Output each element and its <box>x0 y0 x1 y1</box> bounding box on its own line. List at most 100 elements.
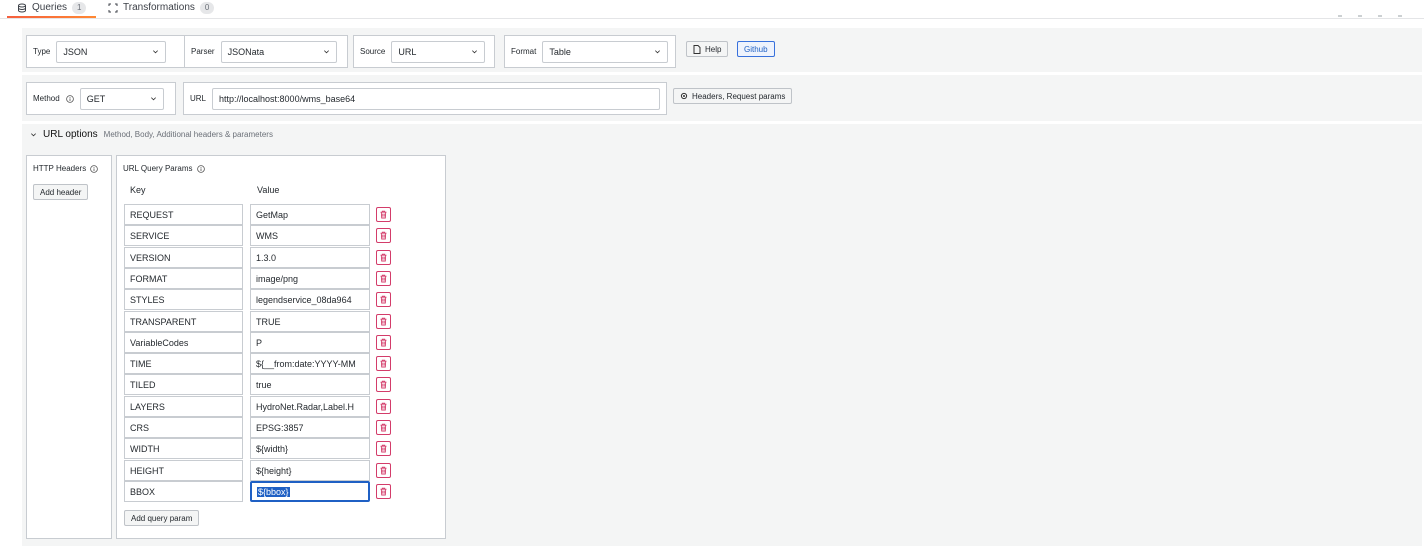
param-value-input[interactable]: ${width} <box>250 438 370 459</box>
delete-param-button[interactable] <box>376 207 391 222</box>
add-header-label: Add header <box>40 187 82 197</box>
tab-queries[interactable]: Queries 1 <box>6 0 98 18</box>
delete-param-button[interactable] <box>376 228 391 243</box>
divider <box>22 121 1422 124</box>
help-button[interactable]: Help <box>686 41 729 57</box>
expand-icon[interactable] <box>1378 15 1383 17</box>
param-key-input[interactable]: TRANSPARENT <box>124 311 243 332</box>
param-value-input[interactable]: ${height} <box>250 460 370 481</box>
parser-select[interactable]: JSONata <box>220 40 337 63</box>
trash-icon <box>380 444 387 453</box>
key-column-header: Key <box>130 185 146 195</box>
method-label: Method <box>33 94 60 103</box>
param-value-input[interactable]: EPSG:3857 <box>250 417 370 438</box>
format-field: Format Table <box>504 35 676 68</box>
param-key-input[interactable]: TILED <box>124 374 243 395</box>
param-value-input[interactable]: 1.3.0 <box>250 247 370 268</box>
param-key-input[interactable]: BBOX <box>124 481 243 502</box>
type-field: Type JSON <box>26 35 198 68</box>
add-header-button[interactable]: Add header <box>33 184 89 200</box>
info-icon[interactable] <box>65 94 74 103</box>
param-key-input[interactable]: VariableCodes <box>124 332 243 353</box>
param-key-input[interactable]: WIDTH <box>124 438 243 459</box>
chevron-down-icon <box>472 50 478 54</box>
query-tabs: Queries 1 Transformations 0 <box>0 0 1424 19</box>
help-label: Help <box>705 44 722 54</box>
param-value-input[interactable]: true <box>250 374 370 395</box>
delete-param-button[interactable] <box>376 314 391 329</box>
headers-request-params-label: Headers, Request params <box>692 91 786 101</box>
delete-param-button[interactable] <box>376 441 391 456</box>
format-select[interactable]: Table <box>542 40 669 63</box>
delete-param-button[interactable] <box>376 335 391 350</box>
collapse-icon[interactable] <box>1358 15 1363 17</box>
source-label: Source <box>360 47 386 56</box>
method-field: Method GET <box>26 82 176 115</box>
tab-transformations-label: Transformations <box>123 2 195 13</box>
param-value-input[interactable]: HydroNet.Radar,Label.H <box>250 396 370 417</box>
delete-param-button[interactable] <box>376 356 391 371</box>
url-options-description: Method, Body, Additional headers & param… <box>103 130 273 139</box>
source-value: URL <box>398 46 417 57</box>
url-options-header[interactable]: URL options Method, Body, Additional hea… <box>30 129 273 140</box>
parser-value: JSONata <box>227 46 265 57</box>
param-value-input[interactable]: P <box>250 332 370 353</box>
query-params-panel: URL Query Params Key Value REQUEST GetMap… <box>116 155 446 539</box>
minimize-icon[interactable] <box>1338 15 1343 17</box>
delete-param-button[interactable] <box>376 250 391 265</box>
param-value-input[interactable]: image/png <box>250 268 370 289</box>
info-icon[interactable] <box>90 164 99 173</box>
query-params-title-row: URL Query Params <box>123 164 205 173</box>
tab-transformations[interactable]: Transformations 0 <box>108 0 215 17</box>
divider <box>22 72 1422 75</box>
trash-icon <box>380 359 387 368</box>
format-value: Table <box>549 46 571 57</box>
delete-param-button[interactable] <box>376 399 391 414</box>
format-label: Format <box>511 47 537 56</box>
delete-param-button[interactable] <box>376 463 391 478</box>
param-key-input[interactable]: STYLES <box>124 289 243 310</box>
trash-icon <box>380 380 387 389</box>
more-icon[interactable] <box>1398 15 1402 17</box>
delete-param-button[interactable] <box>376 484 391 499</box>
param-key-input[interactable]: FORMAT <box>124 268 243 289</box>
http-headers-title-row: HTTP Headers <box>33 164 99 173</box>
param-key-input[interactable]: SERVICE <box>124 225 243 246</box>
document-icon <box>693 44 701 54</box>
chevron-down-icon <box>31 133 36 137</box>
param-value-input[interactable]: ${bbox} <box>250 481 370 502</box>
delete-param-button[interactable] <box>376 377 391 392</box>
database-icon <box>18 3 26 13</box>
url-input[interactable]: http://localhost:8000/wms_base64 <box>212 87 660 110</box>
chevron-down-icon <box>153 50 159 54</box>
method-select[interactable]: GET <box>79 87 164 110</box>
param-value-input[interactable]: WMS <box>250 225 370 246</box>
param-value-input[interactable]: GetMap <box>250 204 370 225</box>
param-key-input[interactable]: HEIGHT <box>124 460 243 481</box>
github-button[interactable]: Github <box>737 41 775 57</box>
trash-icon <box>380 402 387 411</box>
url-options-title: URL options <box>43 129 98 140</box>
tab-transformations-count: 0 <box>199 1 215 14</box>
tab-queries-label: Queries <box>32 2 68 13</box>
trash-icon <box>380 487 387 496</box>
headers-request-params-button[interactable]: Headers, Request params <box>673 88 793 104</box>
delete-param-button[interactable] <box>376 292 391 307</box>
source-select[interactable]: URL <box>391 40 486 63</box>
param-key-input[interactable]: CRS <box>124 417 243 438</box>
delete-param-button[interactable] <box>376 420 391 435</box>
param-value-input[interactable]: legendservice_08da964 <box>250 289 370 310</box>
add-query-param-button[interactable]: Add query param <box>124 510 200 526</box>
parser-label: Parser <box>191 47 215 56</box>
trash-icon <box>380 338 387 347</box>
info-icon[interactable] <box>196 164 205 173</box>
delete-param-button[interactable] <box>376 271 391 286</box>
value-column-header: Value <box>257 185 280 195</box>
param-value-input[interactable]: ${__from:date:YYYY-MM <box>250 353 370 374</box>
type-select[interactable]: JSON <box>56 40 167 63</box>
param-key-input[interactable]: TIME <box>124 353 243 374</box>
param-key-input[interactable]: REQUEST <box>124 204 243 225</box>
param-value-input[interactable]: TRUE <box>250 311 370 332</box>
param-key-input[interactable]: VERSION <box>124 247 243 268</box>
param-key-input[interactable]: LAYERS <box>124 396 243 417</box>
